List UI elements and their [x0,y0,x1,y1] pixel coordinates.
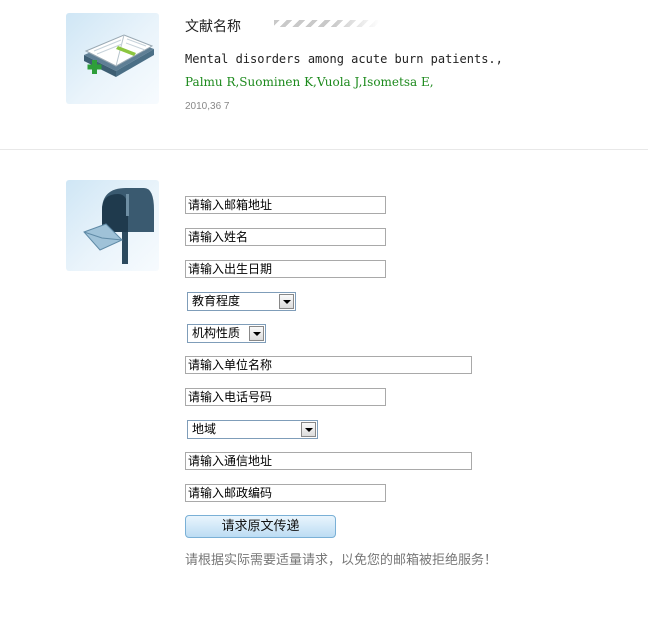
chevron-down-icon[interactable] [279,294,294,309]
company-input[interactable]: 请输入单位名称 [185,356,472,374]
book-icon [84,34,154,77]
chevron-down-icon[interactable] [301,422,316,437]
document-title-label: 文献名称 [185,19,241,35]
mailbox-thumbnail [66,180,159,271]
decorative-stripe [274,20,380,27]
request-notice: 请根据实际需要适量请求，以免您的邮箱被拒绝服务！ [185,553,498,568]
chevron-down-icon[interactable] [249,326,264,341]
org-type-select[interactable]: 机构性质 [187,324,266,343]
paper-title: Mental disorders among acute burn patien… [185,52,503,66]
birthdate-input[interactable]: 请输入出生日期 [185,260,386,278]
section-divider [0,149,648,150]
paper-authors: Palmu R,Suominen K,Vuola J,Isometsa E, [185,75,434,89]
address-input[interactable]: 请输入通信地址 [185,452,472,470]
education-select-value: 教育程度 [192,294,241,308]
mailbox-icon [83,188,154,264]
education-select[interactable]: 教育程度 [187,292,296,311]
postcode-input[interactable]: 请输入邮政编码 [185,484,386,502]
phone-input[interactable]: 请输入电话号码 [185,388,386,406]
name-input[interactable]: 请输入姓名 [185,228,386,246]
paper-meta: 2010,36 7 [185,101,230,112]
org-type-select-value: 机构性质 [192,326,241,340]
request-fulltext-button[interactable]: 请求原文传递 [185,515,336,538]
email-input[interactable]: 请输入邮箱地址 [185,196,386,214]
region-select-value: 地域 [192,422,217,436]
book-thumbnail [66,13,159,104]
region-select[interactable]: 地域 [187,420,318,439]
